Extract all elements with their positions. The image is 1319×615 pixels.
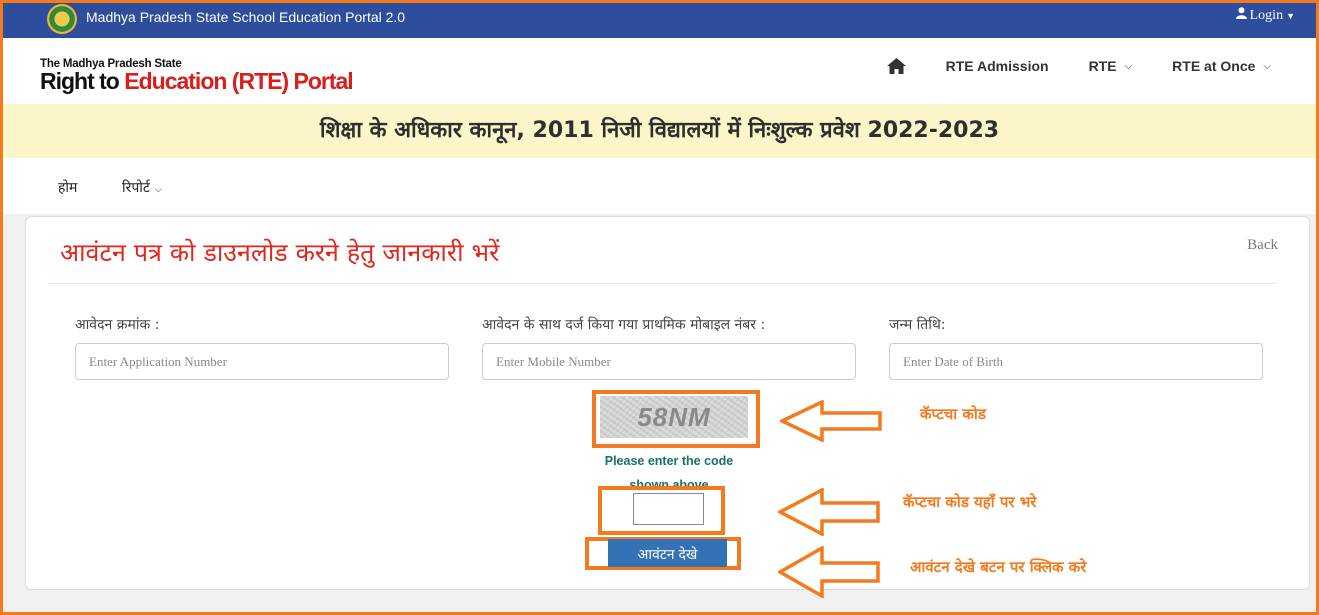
main-nav: RTE Admission RTE ⌵ RTE at Once ⌵ <box>847 58 1271 74</box>
annotation-click-button: आवंटन देखे बटन पर क्लिक करे <box>910 558 1087 576</box>
state-emblem-icon <box>47 4 77 34</box>
login-menu[interactable]: Login ▼ <box>1235 7 1295 24</box>
chevron-down-icon: ⌵ <box>1263 60 1271 72</box>
view-allotment-button[interactable]: आवंटन देखे <box>608 539 727 567</box>
date-of-birth-input[interactable] <box>889 343 1263 380</box>
arrow-left-icon <box>780 400 882 442</box>
form-title: आवंटन पत्र को डाउनलोड करने हेतु जानकारी … <box>60 238 500 267</box>
nav-home[interactable] <box>886 58 906 74</box>
application-number-input[interactable] <box>75 343 449 380</box>
subnav-report[interactable]: रिपोर्ट ⌵ <box>122 178 162 197</box>
sub-nav: होम रिपोर्ट ⌵ <box>0 158 1319 214</box>
top-bar: Madhya Pradesh State School Education Po… <box>0 0 1319 38</box>
home-icon <box>886 58 906 74</box>
user-icon <box>1235 7 1247 24</box>
login-label: Login <box>1249 7 1284 23</box>
captcha-image: 58NM <box>600 396 748 438</box>
date-of-birth-label: जन्म तिथि: <box>889 317 946 333</box>
nav-rte-admission[interactable]: RTE Admission <box>946 58 1049 74</box>
chevron-down-icon: ⌵ <box>155 185 162 195</box>
session-banner: शिक्षा के अधिकार कानून, 2011 निजी विद्या… <box>0 104 1319 158</box>
annotation-enter-code: कॅप्टचा कोड यहाँ पर भरे <box>903 493 1037 511</box>
divider <box>48 283 1276 284</box>
annotation-captcha: कॅप्टचा कोड <box>920 405 986 423</box>
subnav-home[interactable]: होम <box>58 178 77 197</box>
captcha-code-input[interactable] <box>633 493 704 525</box>
mobile-number-input[interactable] <box>482 343 856 380</box>
nav-rte[interactable]: RTE ⌵ <box>1089 58 1133 74</box>
mobile-number-label: आवेदन के साथ दर्ज किया गया प्राथमिक मोबा… <box>482 317 766 333</box>
portal-title: Madhya Pradesh State School Education Po… <box>86 9 406 25</box>
arrow-left-icon <box>778 546 880 598</box>
application-number-label: आवेदन क्रमांक : <box>75 317 160 333</box>
back-link[interactable]: Back <box>1247 237 1278 254</box>
nav-rte-at-once[interactable]: RTE at Once ⌵ <box>1172 58 1271 74</box>
chevron-down-icon: ⌵ <box>1124 60 1133 72</box>
rte-portal-logo[interactable]: The Madhya Pradesh State Right to Educat… <box>40 58 354 94</box>
arrow-left-icon <box>778 488 880 536</box>
caret-down-icon: ▼ <box>1286 10 1295 21</box>
brand-line-2: Right to Education (RTE) Portal <box>40 68 354 94</box>
site-header: The Madhya Pradesh State Right to Educat… <box>0 38 1319 104</box>
